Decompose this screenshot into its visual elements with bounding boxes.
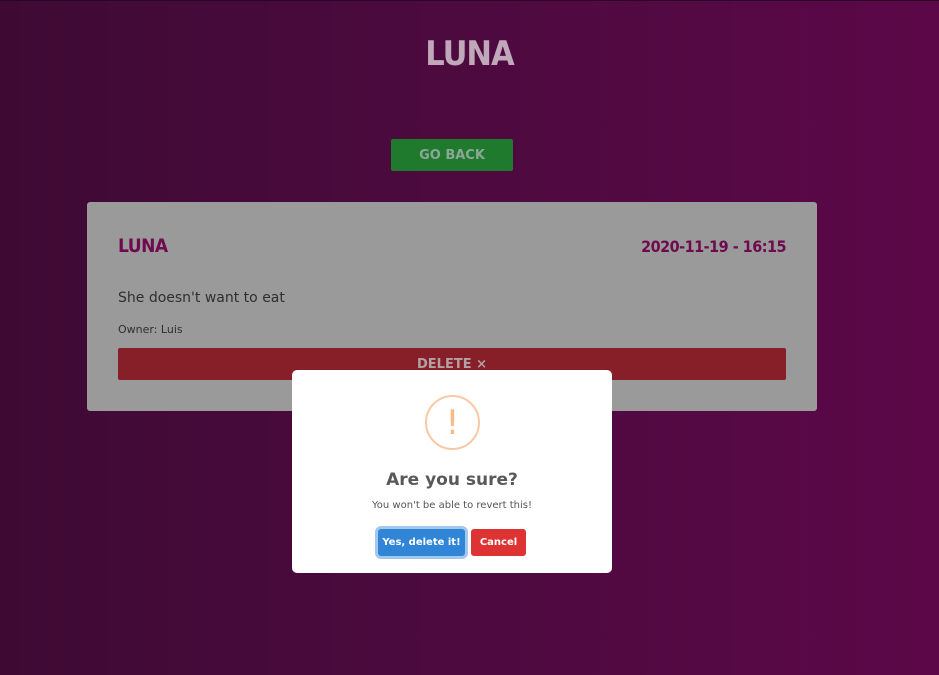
card-description: She doesn't want to eat bbox=[118, 290, 285, 306]
go-back-button[interactable]: GO BACK bbox=[391, 139, 513, 171]
top-border bbox=[0, 0, 939, 1]
dialog-title: Are you sure? bbox=[386, 470, 518, 490]
card-pet-name: LUNA bbox=[118, 235, 168, 257]
warning-icon: ! bbox=[425, 395, 480, 450]
card-owner: Owner: Luis bbox=[118, 323, 183, 336]
confirm-delete-button[interactable]: Yes, delete it! bbox=[378, 529, 465, 556]
cancel-button[interactable]: Cancel bbox=[471, 529, 526, 556]
card-date: 2020-11-19 - 16:15 bbox=[641, 237, 786, 256]
dialog-message: You won't be able to revert this! bbox=[372, 500, 532, 511]
confirm-dialog: ! Are you sure? You won't be able to rev… bbox=[292, 370, 612, 573]
page-title: LUNA bbox=[425, 34, 514, 74]
